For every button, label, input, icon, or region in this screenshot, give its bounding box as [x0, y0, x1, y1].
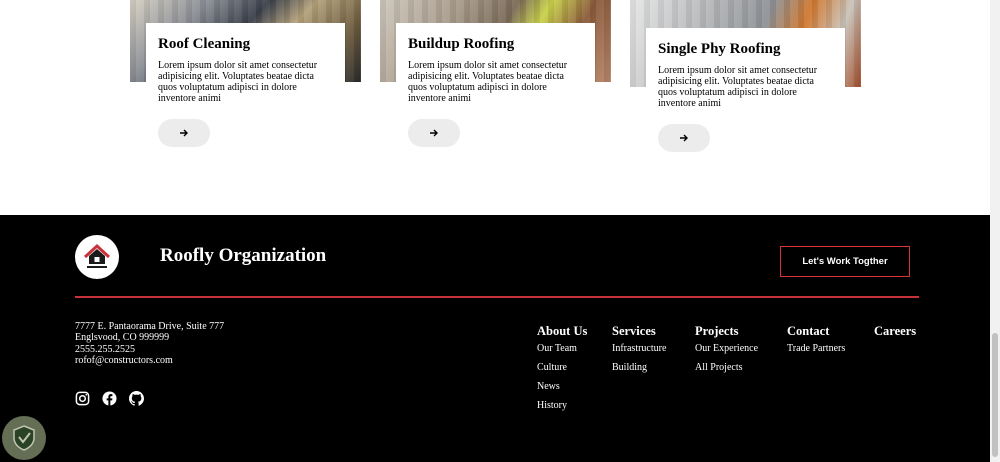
footer-link[interactable]: Our Experience [695, 343, 758, 355]
page-scrollbar[interactable] [990, 0, 1000, 462]
service-title: Single Phy Roofing [658, 41, 781, 57]
service-description: Lorem ipsum dolor sit amet consectetur a… [158, 60, 318, 104]
shield-badge[interactable] [2, 416, 46, 460]
service-card-body: Roof Cleaning Lorem ipsum dolor sit amet… [146, 23, 345, 104]
company-logo[interactable] [75, 235, 119, 279]
footer-column-projects: Projects Our Experience All Projects [695, 324, 758, 381]
footer-column-services: Services Infrastructure Building [612, 324, 666, 381]
address-line-1: 7777 E. Pantaorama Drive, Suite 777 [75, 321, 225, 332]
scrollbar-thumb[interactable] [992, 333, 998, 457]
github-icon[interactable] [129, 391, 144, 406]
service-arrow-button[interactable] [408, 119, 460, 147]
footer-link[interactable]: Trade Partners [787, 343, 845, 355]
house-roof-icon [83, 243, 111, 268]
footer-link[interactable]: Building [612, 362, 666, 374]
address-line-2: Englsvood, CO 999999 [75, 332, 170, 344]
footer-link[interactable]: Our Team [537, 343, 587, 355]
service-title: Roof Cleaning [158, 36, 251, 52]
service-title: Buildup Roofing [408, 36, 515, 52]
footer-divider [75, 296, 919, 298]
footer-column-heading[interactable]: About Us [537, 324, 587, 338]
arrow-right-icon [180, 129, 188, 137]
service-card-body: Buildup Roofing Lorem ipsum dolor sit am… [396, 23, 595, 104]
shield-icon [13, 425, 35, 451]
social-links [75, 391, 144, 406]
arrow-right-icon [430, 129, 438, 137]
footer-link[interactable]: Infrastructure [612, 343, 666, 355]
footer-link[interactable]: All Projects [695, 362, 758, 374]
service-description: Lorem ipsum dolor sit amet consectetur a… [408, 60, 568, 104]
footer-column-contact: Contact Trade Partners [787, 324, 845, 362]
facebook-icon[interactable] [102, 391, 117, 406]
arrow-right-icon [680, 134, 688, 142]
lets-work-together-button[interactable]: Let's Work Togther [780, 246, 910, 277]
footer-column-heading[interactable]: Contact [787, 324, 845, 338]
footer-link[interactable]: News [537, 381, 587, 393]
footer-column-careers: Careers [874, 324, 916, 343]
service-card-body: Single Phy Roofing Lorem ipsum dolor sit… [646, 28, 845, 109]
footer-column-heading[interactable]: Careers [874, 324, 916, 338]
email-address[interactable]: rofof@constructors.com [75, 355, 224, 366]
service-arrow-button[interactable] [658, 124, 710, 152]
services-section: Roof Cleaning Lorem ipsum dolor sit amet… [0, 0, 990, 215]
service-arrow-button[interactable] [158, 119, 210, 147]
footer-link[interactable]: History [537, 400, 587, 412]
contact-address: 7777 E. Pantaorama Drive, Suite 777 Engl… [75, 321, 224, 366]
organization-name: Roofly Organization [160, 245, 327, 266]
footer-link[interactable]: Culture [537, 362, 587, 374]
site-footer: Roofly Organization Let's Work Togther 7… [0, 215, 990, 462]
instagram-icon[interactable] [75, 391, 90, 406]
footer-column-heading[interactable]: Projects [695, 324, 758, 338]
service-description: Lorem ipsum dolor sit amet consectetur a… [658, 65, 818, 109]
phone-number[interactable]: 2555.255.2525 [75, 344, 224, 355]
footer-column-about-us: About Us Our Team Culture News History [537, 324, 587, 419]
footer-column-heading[interactable]: Services [612, 324, 666, 338]
